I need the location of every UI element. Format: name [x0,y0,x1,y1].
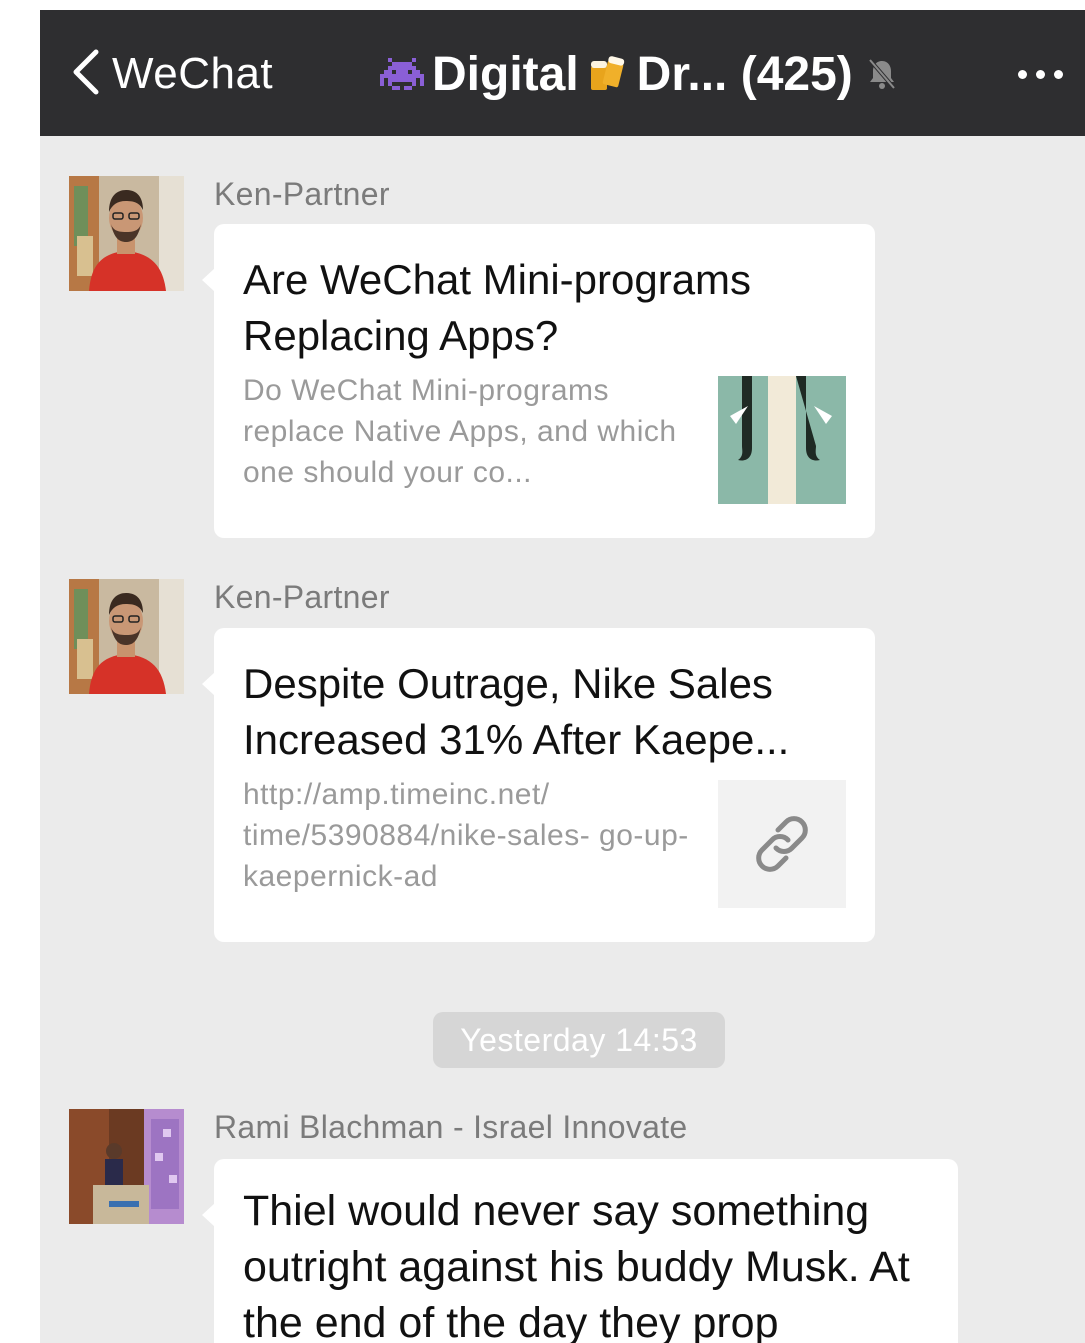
mute-bell-icon [867,57,897,91]
avatar[interactable] [69,176,184,291]
back-label: WeChat [112,49,274,98]
link-icon [718,780,846,908]
link-card-message[interactable]: Are WeChat Mini-programs Replacing Apps?… [202,224,875,538]
chat-screen: WeChat Digital Dr... (425) Ken-Partner A… [40,10,1085,1343]
chat-title-part2: Dr... (425) [636,47,853,101]
back-button[interactable]: WeChat [68,46,273,102]
more-dot-icon [1018,69,1027,79]
nav-bar: WeChat Digital Dr... (425) [40,10,1085,136]
back-chevron-icon [68,47,104,102]
beer-mugs-icon [585,52,629,96]
text-message[interactable]: Thiel would never say something outright… [202,1159,958,1343]
avatar[interactable] [69,579,184,694]
card-title: Are WeChat Mini-programs Replacing Apps? [243,256,752,359]
sender-name: Ken-Partner [214,176,390,212]
article-thumbnail [718,376,846,504]
avatar[interactable] [69,1109,184,1224]
chat-title[interactable]: Digital Dr... (425) [380,44,897,104]
link-card-message[interactable]: Despite Outrage, Nike Sales Increased 31… [202,628,875,942]
sender-name: Ken-Partner [214,579,390,615]
card-description: Do WeChat Mini-programs replace Native A… [243,374,677,489]
chat-title-part1: Digital [432,47,579,101]
timestamp-pill: Yesterday 14:53 [433,1012,725,1068]
sender-name: Rami Blachman - Israel Innovate [214,1109,688,1145]
alien-monster-icon [380,52,424,96]
more-dot-icon [1054,69,1063,79]
message-text: Thiel would never say something outright… [243,1187,910,1343]
card-description: http://amp.timeinc.net/ time/5390884/nik… [243,778,689,893]
more-options-button[interactable] [1018,46,1063,102]
more-dot-icon [1036,69,1045,79]
card-title: Despite Outrage, Nike Sales Increased 31… [243,660,790,763]
